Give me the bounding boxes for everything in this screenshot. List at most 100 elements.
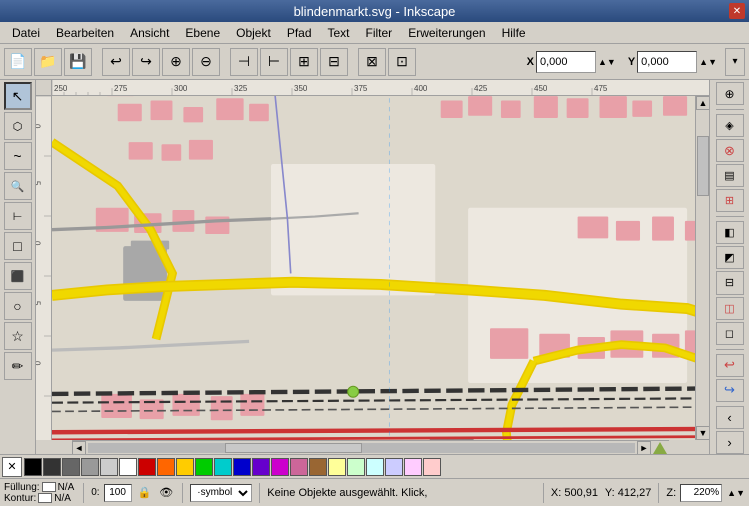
right-chevron-right[interactable]: ›: [716, 431, 744, 454]
box3d-tool[interactable]: ⬛: [4, 262, 32, 290]
distribute-button[interactable]: ⊡: [388, 48, 416, 76]
snap-enable-button[interactable]: ⊕: [716, 82, 744, 105]
x-coord-input[interactable]: [536, 51, 596, 73]
color-magenta[interactable]: [271, 458, 289, 476]
zoom-input[interactable]: [680, 484, 722, 502]
visibility-icon[interactable]: 👁: [159, 486, 173, 499]
snap-nodes-button[interactable]: ◈: [716, 114, 744, 137]
scroll-right-button[interactable]: ►: [637, 441, 651, 455]
statusbar-sep-5: [658, 483, 659, 503]
measure-tool[interactable]: ⊢: [4, 202, 32, 230]
style-select[interactable]: ·symbol: [190, 484, 252, 502]
transform-button[interactable]: ⊠: [358, 48, 386, 76]
menu-filter[interactable]: Filter: [358, 24, 401, 42]
color-white[interactable]: [119, 458, 137, 476]
right-chevron-left[interactable]: ‹: [716, 406, 744, 429]
y-coord-input[interactable]: [637, 51, 697, 73]
zoom-in-button[interactable]: ⊕: [162, 48, 190, 76]
star-tool[interactable]: ☆: [4, 322, 32, 350]
color-brown[interactable]: [309, 458, 327, 476]
vertical-scrollbar[interactable]: ▲ ▼: [695, 96, 709, 440]
no-fill-button[interactable]: ✕: [2, 457, 22, 477]
ungroup-button[interactable]: ⊟: [320, 48, 348, 76]
color-lightgray[interactable]: [81, 458, 99, 476]
color-orange[interactable]: [157, 458, 175, 476]
map-svg[interactable]: [52, 96, 709, 440]
color-lightyellow[interactable]: [328, 458, 346, 476]
selector-tool[interactable]: ↖: [4, 82, 32, 110]
align-left-button[interactable]: ⊣: [230, 48, 258, 76]
stroke-color-preview[interactable]: [38, 493, 52, 503]
color-lightpink[interactable]: [404, 458, 422, 476]
color-lightgreen[interactable]: [347, 458, 365, 476]
snap-path-button[interactable]: ◻: [716, 322, 744, 345]
menu-objekt[interactable]: Objekt: [228, 24, 279, 42]
zoom-out-button[interactable]: ⊖: [192, 48, 220, 76]
snap-bbox-button[interactable]: ⊗: [716, 139, 744, 162]
svg-text:400: 400: [414, 84, 428, 93]
redo-button[interactable]: ↪: [132, 48, 160, 76]
menu-erweiterungen[interactable]: Erweiterungen: [400, 24, 493, 42]
color-cyan[interactable]: [214, 458, 232, 476]
color-darkgray[interactable]: [43, 458, 61, 476]
horizontal-scrollbar[interactable]: ◄ ►: [72, 440, 669, 454]
open-button[interactable]: 📁: [34, 48, 62, 76]
map-canvas[interactable]: ▲ ▼: [52, 96, 709, 440]
undo-button[interactable]: ↩: [102, 48, 130, 76]
fill-color-preview[interactable]: [42, 482, 56, 492]
color-gray[interactable]: [62, 458, 80, 476]
snap-guide-button[interactable]: ⊞: [716, 189, 744, 212]
menu-datei[interactable]: Datei: [4, 24, 48, 42]
color-black[interactable]: [24, 458, 42, 476]
new-button[interactable]: 📄: [4, 48, 32, 76]
lock-icon[interactable]: 🔒: [138, 486, 152, 499]
node-editor-tool[interactable]: ⬡: [4, 112, 32, 140]
pencil-tool[interactable]: ✏: [4, 352, 32, 380]
snap-corner-button[interactable]: ⊟: [716, 271, 744, 294]
zoom-tool[interactable]: 🔍: [4, 172, 32, 200]
rectangle-tool[interactable]: □: [4, 232, 32, 260]
snap-smooth-button[interactable]: ◫: [716, 297, 744, 320]
hscroll-thumb[interactable]: [225, 443, 362, 453]
menu-ansicht[interactable]: Ansicht: [122, 24, 177, 42]
menu-hilfe[interactable]: Hilfe: [494, 24, 534, 42]
tweak-tool[interactable]: ~: [4, 142, 32, 170]
color-lightblue[interactable]: [385, 458, 403, 476]
align-center-button[interactable]: ⊢: [260, 48, 288, 76]
color-pink[interactable]: [290, 458, 308, 476]
group-button[interactable]: ⊞: [290, 48, 318, 76]
menu-pfad[interactable]: Pfad: [279, 24, 320, 42]
color-silver[interactable]: [100, 458, 118, 476]
scroll-down-button[interactable]: ▼: [696, 426, 709, 440]
color-palette-bar[interactable]: ✕: [0, 454, 749, 478]
snap-undo-button[interactable]: ↩: [716, 354, 744, 377]
canvas-wrapper: 250 275 300 325 350 375 400 425: [36, 80, 709, 454]
snap-redo-button[interactable]: ↪: [716, 379, 744, 402]
snap-page-button[interactable]: ▤: [716, 164, 744, 187]
canvas-area[interactable]: 0 5 0 5 0: [36, 96, 709, 440]
toolbar-expand-button[interactable]: ▾: [725, 48, 745, 76]
menu-bearbeiten[interactable]: Bearbeiten: [48, 24, 122, 42]
color-yellow[interactable]: [176, 458, 194, 476]
opacity-input[interactable]: [104, 484, 132, 502]
snap-center-button[interactable]: ◧: [716, 221, 744, 244]
ruler-top-svg: 250 275 300 325 350 375 400 425: [52, 80, 709, 95]
scroll-thumb[interactable]: [697, 136, 709, 196]
close-button[interactable]: ✕: [729, 3, 745, 19]
color-lightsalmon[interactable]: [423, 458, 441, 476]
snap-midpoint-button[interactable]: ◩: [716, 246, 744, 269]
x-coord-value-status: 500,91: [564, 487, 598, 499]
menu-text[interactable]: Text: [320, 24, 358, 42]
color-blue[interactable]: [233, 458, 251, 476]
save-button[interactable]: 💾: [64, 48, 92, 76]
ellipse-tool[interactable]: ○: [4, 292, 32, 320]
hscroll-track[interactable]: [88, 443, 635, 453]
color-lightcyan[interactable]: [366, 458, 384, 476]
color-red[interactable]: [138, 458, 156, 476]
scroll-left-button[interactable]: ◄: [72, 441, 86, 455]
color-green[interactable]: [195, 458, 213, 476]
scroll-up-button[interactable]: ▲: [696, 96, 709, 110]
color-purple[interactable]: [252, 458, 270, 476]
menu-ebene[interactable]: Ebene: [177, 24, 228, 42]
svg-text:450: 450: [534, 84, 548, 93]
